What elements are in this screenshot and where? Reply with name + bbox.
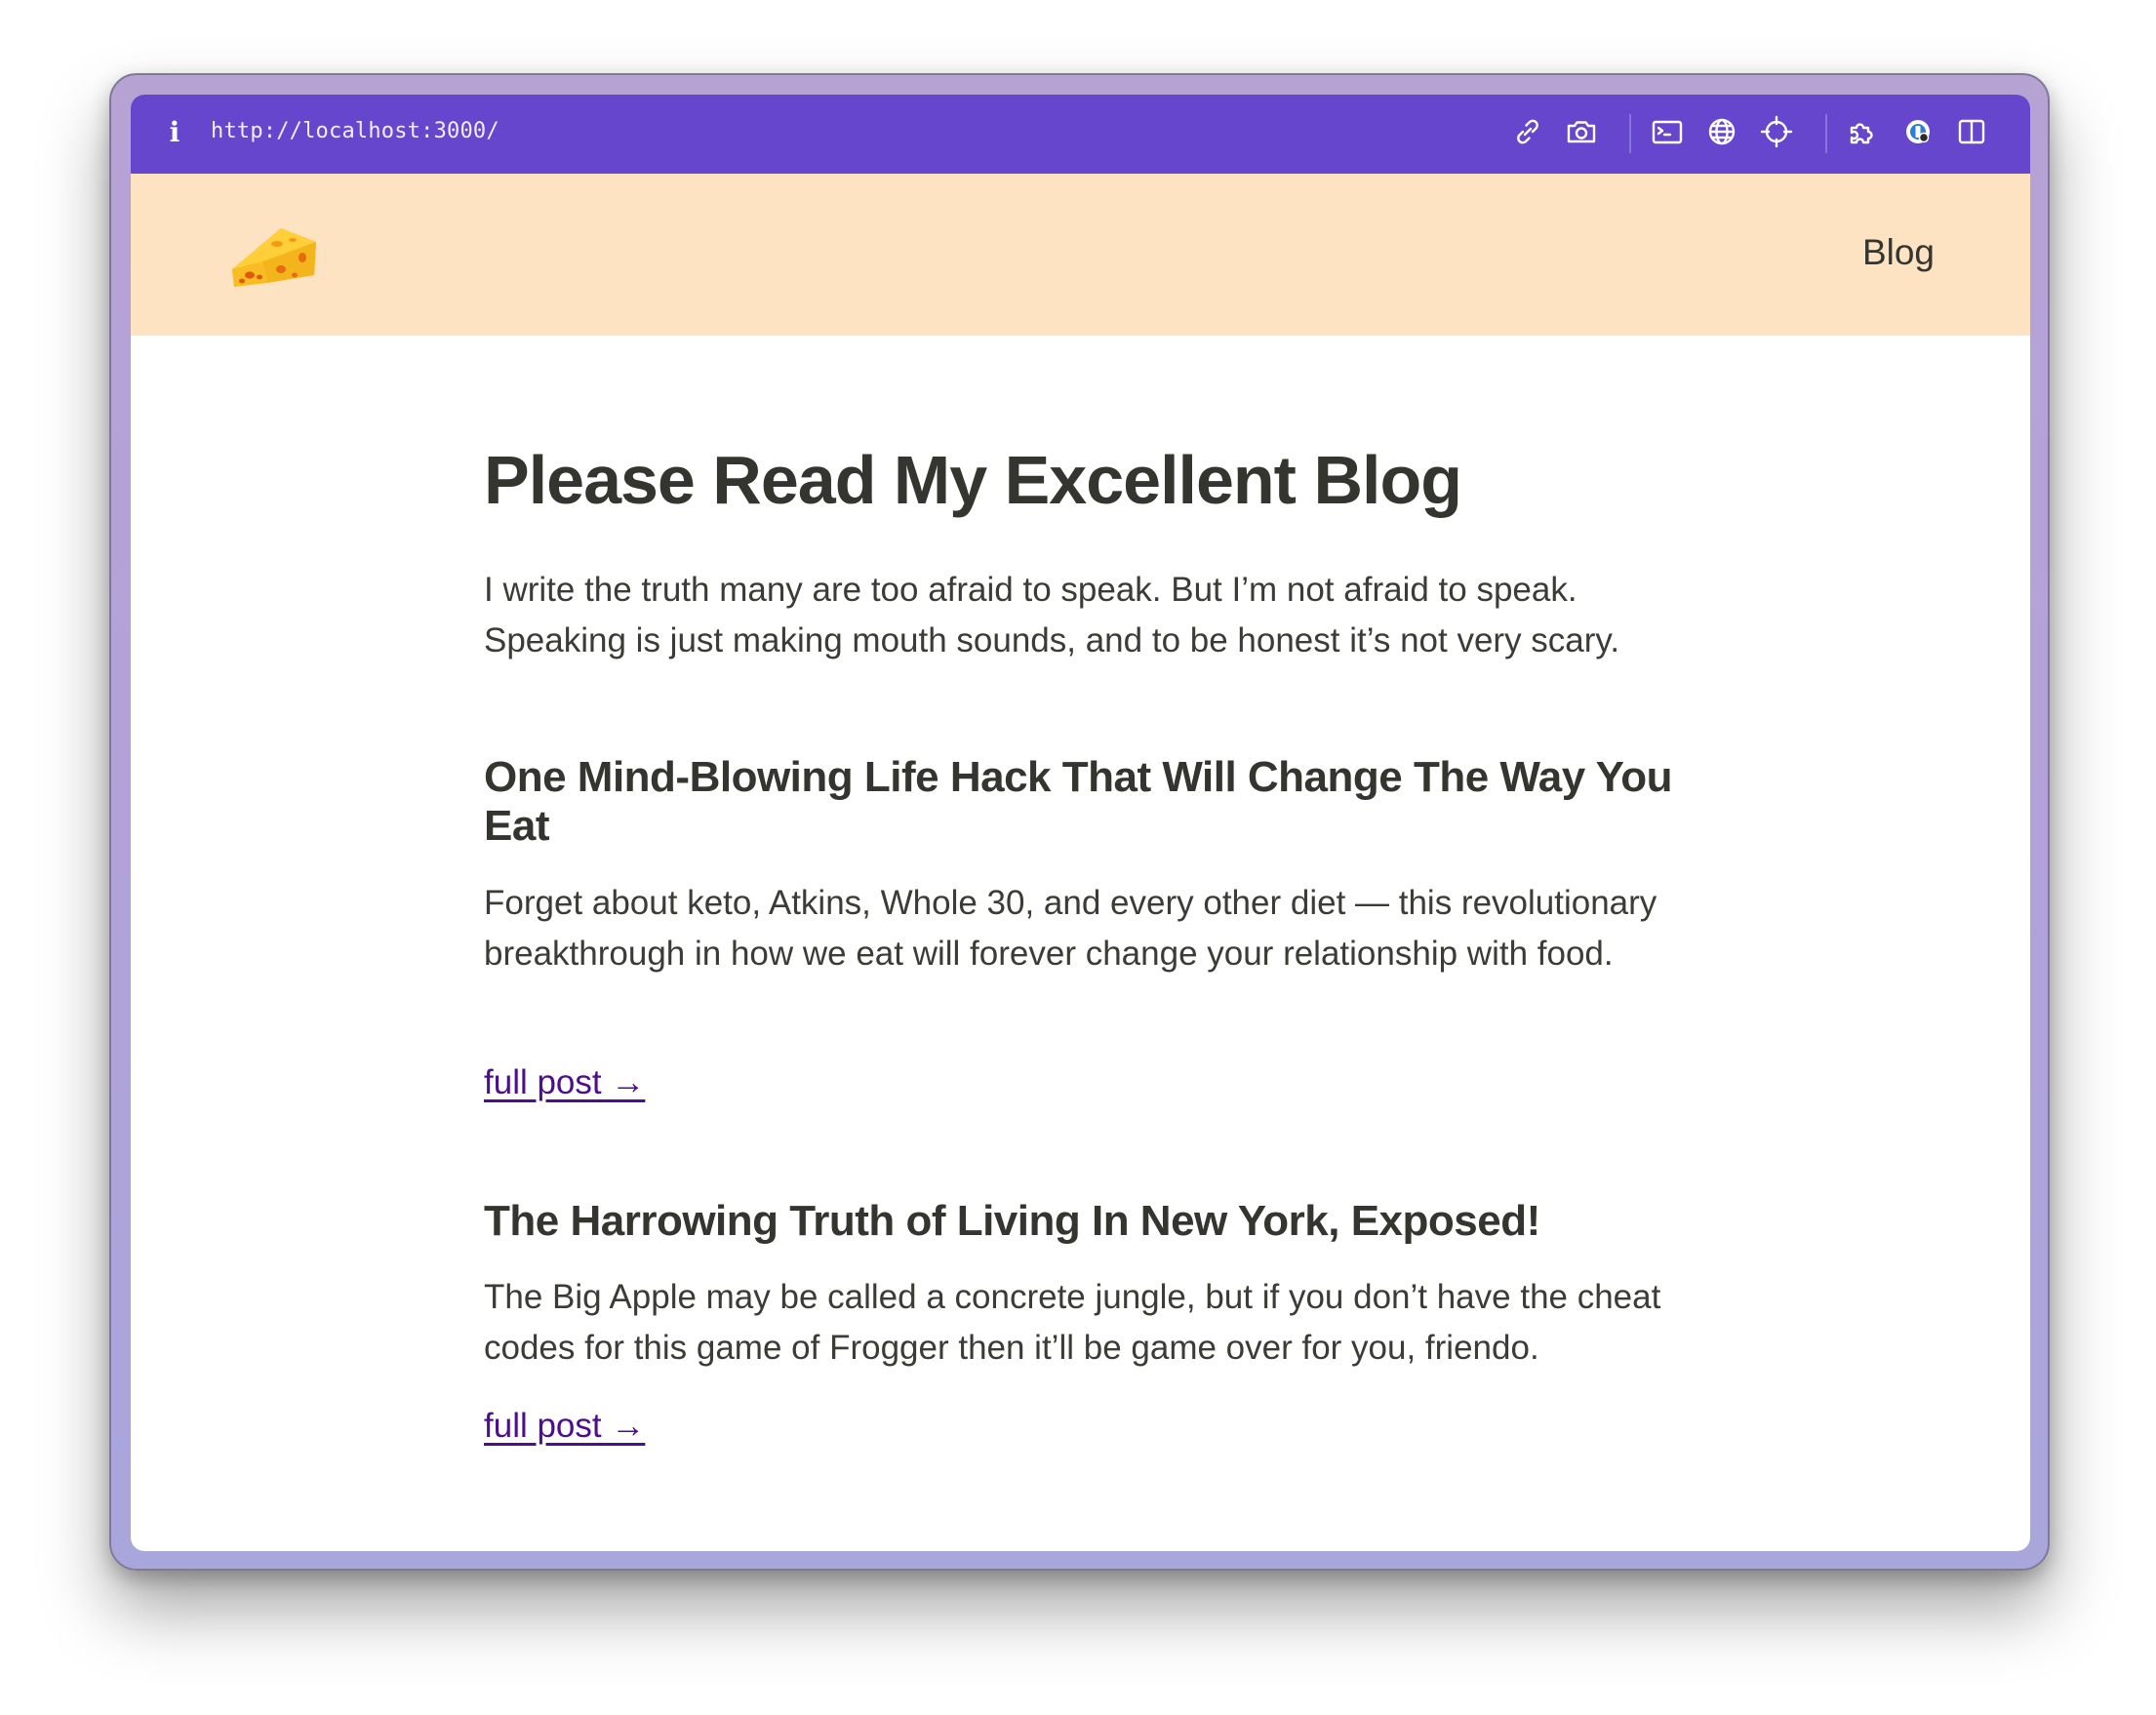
profile-icon[interactable]: [1900, 114, 1936, 149]
full-post-link[interactable]: full post →: [484, 1063, 645, 1102]
browser-frame: i http://localhost:3000/ Blog Please Rea…: [109, 73, 2050, 1571]
post-title[interactable]: The Harrowing Truth of Living In New Yor…: [484, 1197, 1684, 1246]
toolbar-divider: [1629, 114, 1631, 153]
page-title: Please Read My Excellent Blog: [484, 442, 1462, 518]
screenshot-stage: i http://localhost:3000/ Blog Please Rea…: [0, 0, 2156, 1715]
post-title[interactable]: One Mind-Blowing Life Hack That Will Cha…: [484, 753, 1684, 851]
extensions-icon[interactable]: [1846, 114, 1881, 149]
post-excerpt: The Big Apple may be called a concrete j…: [484, 1278, 1661, 1367]
link-icon[interactable]: [1510, 114, 1545, 149]
sidebar-icon[interactable]: [1954, 114, 1989, 149]
cheese-logo[interactable]: [224, 219, 322, 289]
terminal-icon[interactable]: [1650, 114, 1685, 149]
full-post-link[interactable]: full post →: [484, 1407, 645, 1446]
toolbar-divider: [1825, 114, 1827, 153]
nav-blog-link[interactable]: Blog: [1862, 232, 1935, 273]
camera-icon[interactable]: [1564, 114, 1599, 149]
globe-icon[interactable]: [1704, 114, 1739, 149]
address-bar[interactable]: http://localhost:3000/: [211, 119, 499, 143]
crosshair-icon[interactable]: [1759, 114, 1794, 149]
post-excerpt: Forget about keto, Atkins, Whole 30, and…: [484, 884, 1657, 973]
browser-window: i http://localhost:3000/ Blog Please Rea…: [131, 95, 2030, 1551]
info-icon[interactable]: i: [164, 118, 185, 147]
browser-toolbar: i http://localhost:3000/: [131, 95, 2030, 174]
intro-text: I write the truth many are too afraid to…: [484, 571, 1620, 659]
site-header: Blog: [131, 174, 2030, 336]
